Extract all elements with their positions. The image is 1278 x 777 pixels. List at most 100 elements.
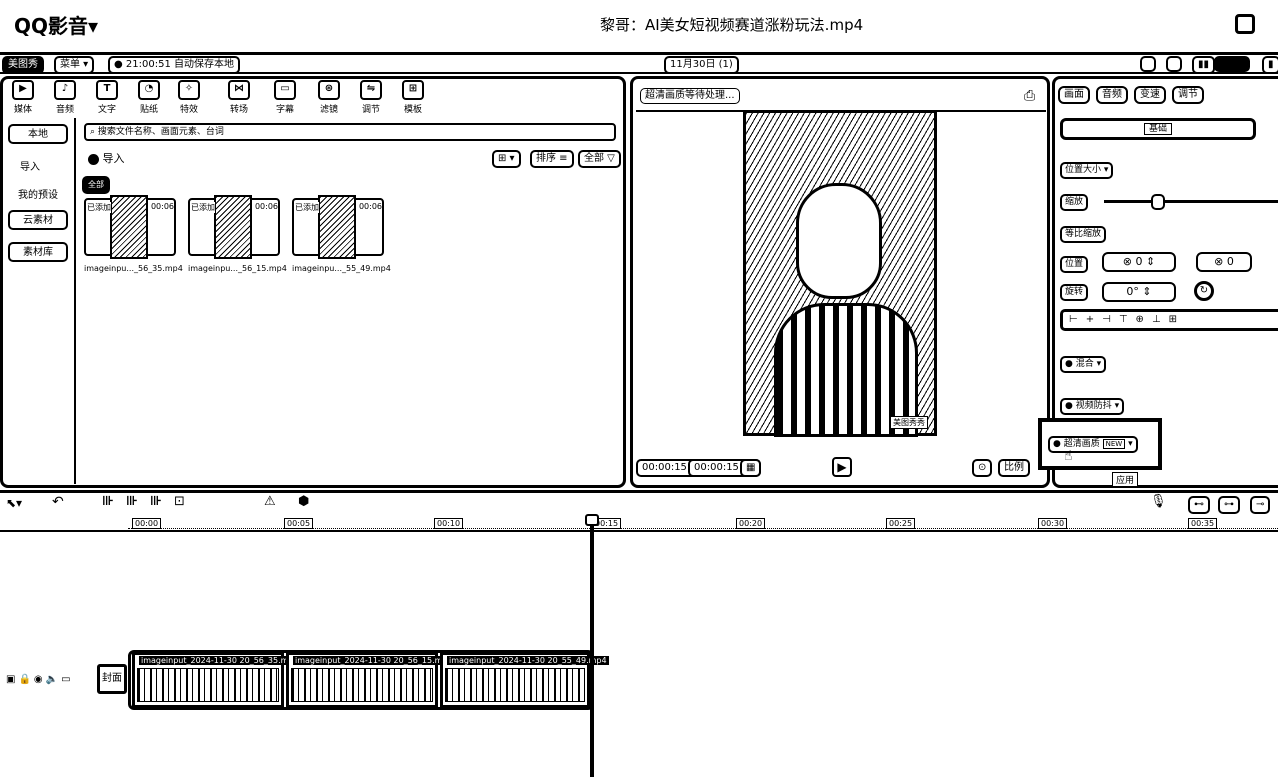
position-x-input[interactable]: ⊗ 0 ⇕	[1102, 252, 1176, 272]
position-y-input[interactable]: ⊗ 0	[1196, 252, 1252, 272]
timeline-clip[interactable]: imageinput_2024-11-30 20_56_35.mp4	[132, 652, 301, 708]
align-middle-icon[interactable]: ⊕	[1136, 314, 1152, 325]
align-toolbar: ⊢+⊣⊤⊕⊥⊞	[1060, 309, 1278, 331]
tab-picture[interactable]: 画面	[1058, 86, 1090, 104]
track-mute-icon[interactable]: 🔈	[46, 674, 61, 685]
watermark: 美图秀秀	[890, 416, 928, 429]
preview-axis-toggle[interactable]: ⊸	[1250, 496, 1271, 514]
media-clip[interactable]: 已添加 00:06 imageinpu..._56_15.mp4	[188, 195, 287, 273]
position-label: 位置	[1060, 256, 1089, 273]
window-restore-icon[interactable]	[1235, 14, 1255, 34]
tab-speed[interactable]: 变速	[1134, 86, 1166, 104]
tool-transition[interactable]: ⋈ 转场	[222, 80, 256, 115]
clip-thumbnail	[110, 195, 148, 259]
magnet-toggle[interactable]: ⊷	[1188, 496, 1210, 514]
tool-filter[interactable]: ⊛ 滤镜	[312, 80, 346, 115]
sidebar-item-cloud[interactable]: 云素材	[8, 210, 68, 230]
tool-audio[interactable]: ♪ 音频	[48, 80, 82, 115]
blend-toggle[interactable]: ● 混合 ▾	[1060, 356, 1107, 373]
track-more-icon[interactable]: ▭	[61, 674, 73, 685]
layout-icon[interactable]	[1140, 56, 1156, 72]
warning-icon[interactable]: ⚠	[264, 494, 276, 509]
ratio-button[interactable]: 比例	[998, 459, 1030, 477]
hd-quality-toggle[interactable]: ● 超清画质 NEW ▾	[1048, 436, 1138, 453]
new-badge: NEW	[1102, 439, 1126, 449]
clip-filmstrip	[445, 668, 585, 702]
ratio-label: 比例	[1004, 462, 1024, 473]
stabilize-toggle[interactable]: ● 视频防抖 ▾	[1060, 398, 1125, 415]
media-clip[interactable]: 已添加 00:06 imageinpu..._55_49.mp4	[292, 195, 391, 273]
select-tool-icon[interactable]: ⬉▾	[6, 496, 22, 510]
search-input[interactable]: ⌕ 搜索文件名称、画面元素、台词	[84, 123, 616, 141]
mic-icon[interactable]: 🎙	[1150, 494, 1167, 509]
playhead[interactable]	[585, 514, 599, 777]
split-view-icon[interactable]	[1166, 56, 1182, 72]
link-toggle[interactable]: ⊶	[1218, 496, 1240, 514]
tab-audio[interactable]: 音频	[1096, 86, 1128, 104]
uniform-scale-toggle[interactable]: 等比缩放	[1060, 226, 1107, 243]
tool-label: 字幕	[275, 105, 294, 115]
view-toggle[interactable]: ⊞ ▾	[492, 150, 521, 168]
print-icon[interactable]: ⎙	[1024, 88, 1035, 104]
section-basic-button[interactable]: 基础	[1060, 118, 1256, 140]
sidebar-item-import[interactable]: 导入	[20, 158, 40, 173]
playback-speed[interactable]: ▦	[740, 459, 762, 477]
added-badge: 已添加	[191, 202, 215, 213]
sort-button[interactable]: 排序 ≡	[530, 150, 574, 168]
align-bottom-icon[interactable]: ⊥	[1152, 314, 1169, 325]
reset-rotate-icon[interactable]: ↻	[1194, 281, 1214, 301]
sidebar-item-presets[interactable]: 我的预设	[18, 186, 58, 201]
timeline-clip[interactable]: imageinput_2024-11-30 20_56_15.mp4	[286, 652, 455, 708]
filter-button[interactable]: 全部 ▽	[578, 150, 621, 168]
sort-label: 排序	[536, 153, 556, 164]
tool-sticker[interactable]: ◔ 贴纸	[132, 80, 166, 115]
scale-slider[interactable]	[1104, 194, 1278, 210]
logo-button[interactable]: 美图秀	[2, 56, 44, 74]
scale-slider-handle[interactable]	[1151, 194, 1165, 210]
track-eye-icon[interactable]: ◉	[34, 674, 46, 685]
track-visibility-icon[interactable]: ▣	[6, 674, 18, 685]
tool-adjust[interactable]: ⇋ 调节	[354, 80, 388, 115]
ruler-tick: 00:05	[284, 518, 314, 529]
play-button[interactable]: ▶	[832, 457, 852, 477]
trim-right-icon[interactable]: ⊪	[150, 494, 162, 509]
playhead-handle[interactable]	[585, 514, 599, 526]
video-preview[interactable]: 美图秀秀	[743, 110, 937, 437]
import-button[interactable]: 导入	[88, 150, 125, 166]
align-right-icon[interactable]: ⊣	[1102, 314, 1119, 325]
app-title[interactable]: QQ影音▾	[14, 10, 98, 39]
rotate-input[interactable]: 0° ⇕	[1102, 282, 1176, 302]
tool-subtitle[interactable]: ▭ 字幕	[268, 80, 302, 115]
subject-face	[796, 183, 882, 299]
sidebar-item-library[interactable]: 素材库	[8, 242, 68, 262]
zoom-fit-button[interactable]: ⊙	[972, 459, 993, 477]
added-badge: 已添加	[87, 202, 111, 213]
pause-icon[interactable]: ▮▮	[1192, 56, 1216, 74]
freeze-icon[interactable]: ⬢	[298, 494, 309, 509]
delete-icon[interactable]: ⊡	[174, 494, 185, 509]
align-top-icon[interactable]: ⊤	[1119, 314, 1136, 325]
align-left-icon[interactable]: ⊢	[1069, 314, 1086, 325]
distribute-icon[interactable]: ⊞	[1169, 314, 1185, 325]
apply-button[interactable]: 应用	[1112, 472, 1139, 487]
trim-left-icon[interactable]: ⊪	[126, 494, 138, 509]
track-lock-icon[interactable]: 🔒	[18, 674, 33, 685]
tab-adjust[interactable]: 调节	[1172, 86, 1204, 104]
tool-template[interactable]: ⊞ 模板	[396, 80, 430, 115]
tool-effects[interactable]: ✧ 特效	[172, 80, 206, 115]
menu-dropdown[interactable]: 菜单 ▾	[54, 56, 95, 74]
split-icon[interactable]: ⊪	[102, 494, 114, 509]
tool-media[interactable]: ▶ 媒体	[6, 80, 40, 115]
all-tab[interactable]: 全部	[82, 176, 110, 194]
undo-icon[interactable]: ↶	[52, 494, 64, 510]
cover-button[interactable]: 封面	[97, 664, 127, 694]
tool-label: 调节	[361, 105, 380, 115]
align-center-icon[interactable]: +	[1086, 314, 1102, 325]
tool-text[interactable]: T 文字	[90, 80, 124, 115]
media-clip[interactable]: 已添加 00:06 imageinpu..._56_35.mp4	[84, 195, 183, 273]
menu-label: 菜单	[60, 59, 80, 70]
sidebar-item-local[interactable]: 本地	[8, 124, 68, 144]
timeline-clip[interactable]: imageinput_2024-11-30 20_55_49.mp4	[440, 652, 609, 708]
toggle-switch[interactable]	[1214, 56, 1250, 72]
more-icon[interactable]: ▮	[1262, 56, 1278, 74]
